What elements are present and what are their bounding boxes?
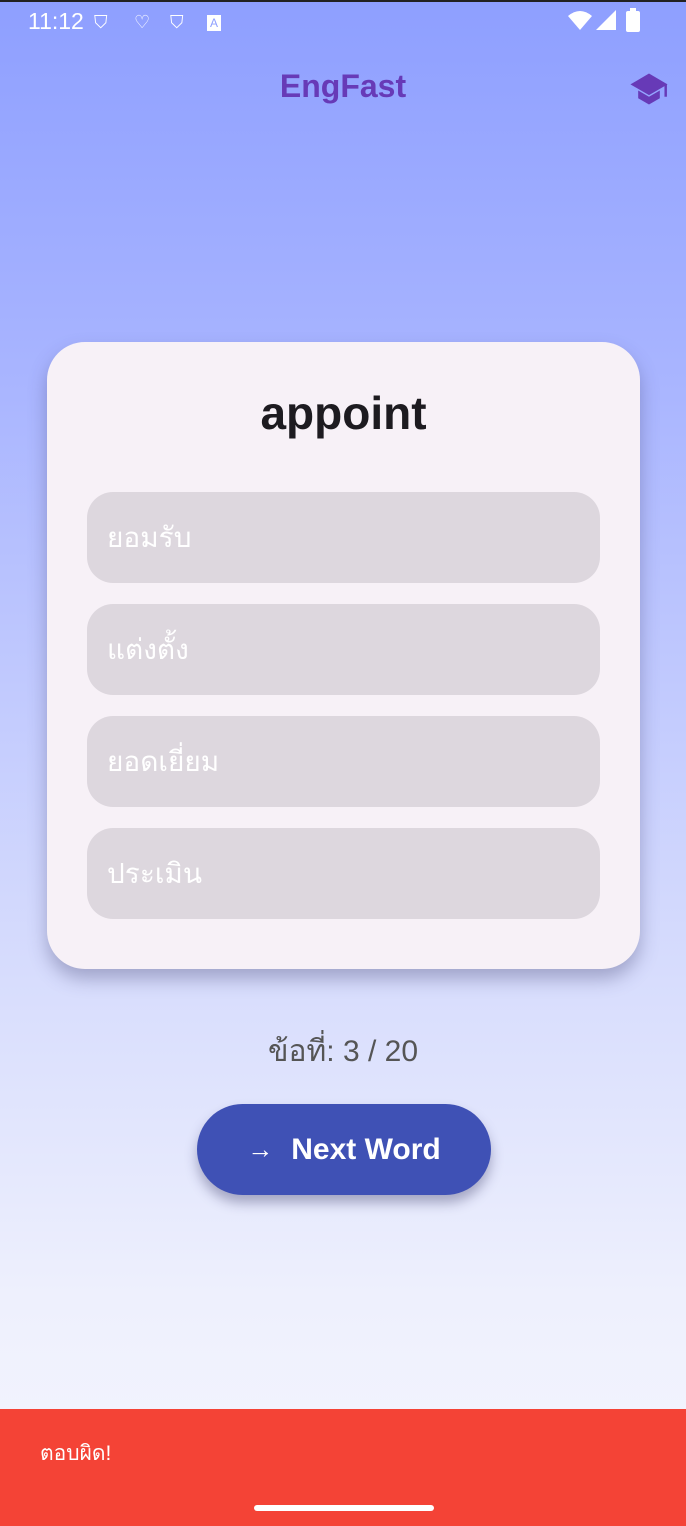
answer-option[interactable]: ยอดเยี่ยม: [87, 716, 600, 807]
quiz-card: appoint ยอมรับ แต่งตั้ง ยอดเยี่ยม ประเมิ…: [47, 342, 640, 969]
snackbar: ตอบผิด!: [0, 1409, 686, 1526]
signal-icon: [596, 10, 616, 30]
shield-icon: ⛉: [94, 12, 108, 32]
shield-icon: ⛉: [170, 12, 184, 32]
answer-option[interactable]: ยอมรับ: [87, 492, 600, 583]
home-gesture-bar[interactable]: [254, 1505, 434, 1511]
answer-option[interactable]: ประเมิน: [87, 828, 600, 919]
graduation-cap-icon[interactable]: [630, 72, 668, 106]
snackbar-message: ตอบผิด!: [40, 1442, 112, 1465]
accessibility-icon: ♡: [134, 12, 151, 32]
next-word-button[interactable]: → Next Word: [197, 1104, 491, 1195]
wifi-icon: [568, 11, 592, 30]
status-bar: 11:12 ⛉ ♡ ⛉ A: [0, 6, 686, 40]
font-icon: A: [207, 15, 222, 31]
next-word-label: Next Word: [291, 1132, 441, 1166]
arrow-right-icon: →: [247, 1134, 274, 1164]
status-time: 11:12: [28, 8, 84, 34]
quiz-word: appoint: [260, 387, 427, 439]
question-counter: ข้อที่: 3 / 20: [267, 1035, 419, 1068]
answer-option[interactable]: แต่งตั้ง: [87, 604, 600, 695]
battery-icon: [626, 8, 640, 32]
app-title: EngFast: [279, 68, 407, 104]
screen-edge: [0, 0, 686, 2]
